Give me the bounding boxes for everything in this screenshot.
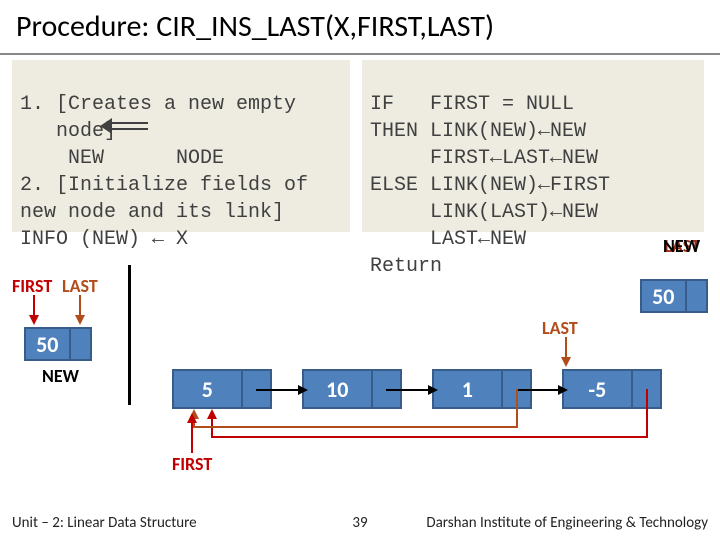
label-last: LAST: [542, 317, 578, 339]
footer: Unit – 2: Linear Data Structure 39 Darsh…: [0, 514, 720, 532]
arrow-down-icon: [74, 295, 86, 325]
code-line: IF FIRST = NULL: [370, 93, 574, 116]
label-last: LAST: [62, 275, 98, 297]
footer-right: Darshan Institute of Engineering & Techn…: [426, 514, 708, 532]
node-value: 50: [26, 329, 69, 359]
page-title: Procedure: CIR_INS_LAST(X,FIRST,LAST): [0, 0, 720, 55]
code-line: ELSE LINK(NEW)←FIRST: [370, 174, 610, 197]
arrow-down-icon: [28, 295, 40, 325]
page-number: 39: [352, 514, 367, 532]
node-50-top: 50: [640, 279, 708, 313]
code-line: NODE: [176, 147, 224, 170]
node-link: [685, 281, 706, 311]
code-line: FIRST←LAST←NEW: [370, 147, 598, 170]
code-line: 1. [Creates a new empty: [20, 93, 296, 116]
arrow-down-icon: [560, 337, 572, 367]
arrow-circular-orange-icon: [172, 389, 552, 439]
node-50-left: 50: [24, 327, 92, 361]
label-first-bottom: FIRST: [172, 453, 212, 475]
divider-bar: [128, 265, 131, 405]
footer-left: Unit – 2: Linear Data Structure: [12, 514, 197, 532]
label-new: NEW: [663, 235, 700, 257]
diagram-area: LAST NEW 50 FIRST LAST 50 NEW LAST 5 10 …: [0, 235, 720, 495]
code-line: NEW: [20, 147, 104, 170]
code-line: LINK(LAST)←NEW: [370, 201, 598, 224]
double-arrow-icon: [100, 117, 148, 137]
label-new: NEW: [42, 365, 79, 387]
code-box-right: IF FIRST = NULL THEN LINK(NEW)←NEW FIRST…: [362, 60, 704, 232]
label-first: FIRST: [12, 275, 52, 297]
node-link: [69, 329, 90, 359]
code-line: new node and its link]: [20, 201, 284, 224]
arrow-up-icon: [186, 411, 198, 453]
code-line: 2. [Initialize fields of: [20, 174, 308, 197]
code-box-left: 1. [Creates a new empty node] NEW NODE 2…: [12, 60, 350, 232]
code-line: THEN LINK(NEW)←NEW: [370, 120, 586, 143]
node-value: 50: [642, 281, 685, 311]
